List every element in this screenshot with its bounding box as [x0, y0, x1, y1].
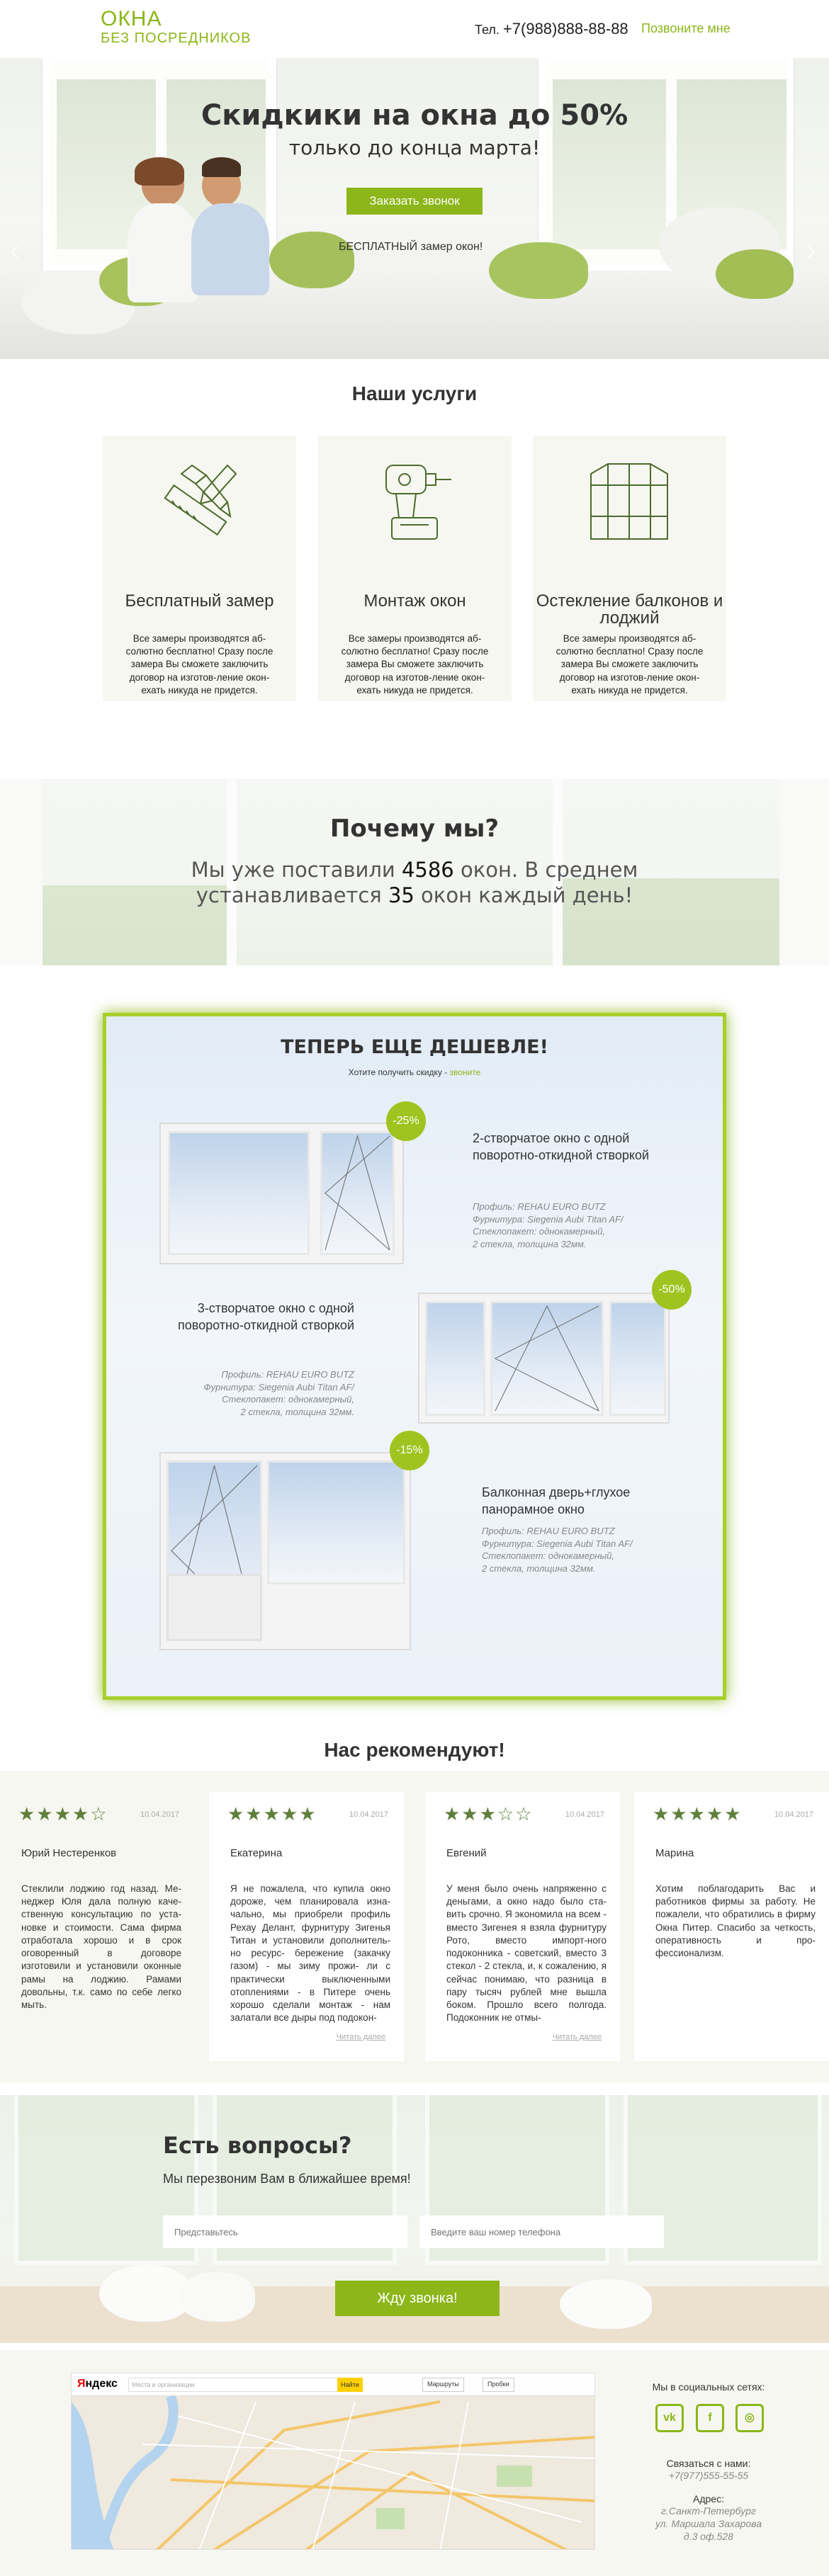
order-call-button[interactable]: Заказать звонок: [346, 188, 483, 215]
phone-label: Тел.: [475, 23, 500, 37]
review-date: 10.04.2017: [349, 1810, 388, 1819]
yandex-logo: Яндекс: [77, 2378, 118, 2390]
review-date: 10.04.2017: [774, 1810, 813, 1819]
read-more-link[interactable]: Читать далее: [553, 2033, 602, 2041]
name-input[interactable]: [163, 2215, 407, 2248]
hero-free-measure: БЕСПЛАТНЫЙ замер окон!: [339, 241, 483, 253]
review-author: Екатерина: [230, 1847, 283, 1859]
rating-stars: ★★★★★: [227, 1803, 317, 1825]
site-header: ОКНА БЕЗ ПОСРЕДНИКОВ Тел. +7(988)888-88-…: [0, 0, 829, 58]
social-label: Мы в социальных сетях:: [652, 2381, 765, 2393]
product-title: 3-створчатое окно с одной поворотно-отки…: [177, 1301, 354, 1333]
balcony-window-icon: [590, 463, 668, 540]
hero-title: Скидкики на окна до 50%: [201, 99, 628, 132]
why-title: Почему мы?: [329, 815, 500, 843]
product-title: 2-створчатое окно с одной поворотно-отки…: [473, 1131, 650, 1163]
product-window-2-leaf[interactable]: [159, 1123, 404, 1264]
ruler-pencil-icon: [164, 464, 237, 536]
review-author: Евгений: [446, 1847, 487, 1859]
service-title: Остекление балконов и лоджий: [536, 591, 723, 628]
review-text: У меня было очень напряженно с деньгами,…: [446, 1883, 607, 2024]
discount-badge: -25%: [386, 1101, 426, 1141]
address-label: Адрес:: [693, 2493, 724, 2504]
map-toolbar: Яндекс Места и организации Найти Маршрут…: [72, 2373, 594, 2396]
yandex-map[interactable]: Яндекс Места и организации Найти Маршрут…: [71, 2373, 595, 2550]
address-line2: ул. Маршала Захарова: [655, 2518, 762, 2530]
hero-next-arrow[interactable]: ›: [806, 235, 816, 267]
review-card: ★★★★☆ 10.04.2017 Юрий Нестеренков Стекли…: [0, 1792, 195, 2061]
phone-input[interactable]: [419, 2215, 664, 2248]
why-us-section: Почему мы? Мы уже поставили 4586 окон. В…: [0, 779, 829, 965]
review-text: Стеклили лоджию год назад. Ме-неджер Юля…: [21, 1883, 181, 2010]
windows-per-day: 35: [388, 883, 414, 908]
instagram-icon[interactable]: ◎: [735, 2404, 764, 2432]
hero-couple-image: [128, 157, 283, 306]
site-footer: Яндекс Места и организации Найти Маршрут…: [0, 2350, 829, 2576]
logo[interactable]: ОКНА БЕЗ ПОСРЕДНИКОВ: [101, 7, 252, 46]
map-routes-button[interactable]: Маршруты: [422, 2378, 464, 2392]
service-desc: Все замеры производятся аб-солютно беспл…: [556, 633, 704, 696]
hero-prev-arrow[interactable]: ‹: [10, 235, 19, 267]
promo-box: ТЕПЕРЬ ЕЩЕ ДЕШЕВЛЕ! Хотите получить скид…: [103, 1013, 726, 1700]
discount-badge: -15%: [390, 1431, 429, 1470]
service-card-measure[interactable]: Бесплатный замер Все замеры производятся…: [103, 436, 296, 701]
review-date: 10.04.2017: [140, 1810, 179, 1819]
questions-title: Есть вопросы?: [163, 2132, 352, 2159]
hero-banner: ‹ › Скидкики на окна до 50% только до ко…: [0, 58, 829, 359]
rating-stars: ★★★★☆: [18, 1803, 108, 1825]
rating-stars: ★★★☆☆: [444, 1803, 534, 1825]
review-text: Хотим поблагодарить Вас и работников фир…: [655, 1883, 816, 1959]
map-traffic-button[interactable]: Пробки: [483, 2378, 514, 2392]
product-spec: Профиль: REHAU EURO BUTZ Фурнитура: Sieg…: [473, 1201, 624, 1249]
drill-icon: [385, 465, 451, 540]
promo-title: ТЕПЕРЬ ЕЩЕ ДЕШЕВЛЕ!: [281, 1036, 548, 1058]
contact-phone[interactable]: +7(977)555-55-55: [638, 2469, 779, 2482]
review-author: Юрий Нестеренков: [21, 1847, 117, 1859]
discount-badge: -50%: [652, 1270, 692, 1310]
header-phone: Тел. +7(988)888-88-88: [475, 20, 628, 38]
service-desc: Все замеры производятся аб-солютно беспл…: [125, 633, 273, 696]
hero-subtitle: только до конца марта!: [288, 136, 541, 159]
product-window-3-leaf[interactable]: [418, 1293, 670, 1424]
address-line1: г.Санкт-Петербург: [661, 2505, 756, 2517]
map-search-input[interactable]: Места и организации: [128, 2378, 341, 2392]
review-card: ★★★★★ 10.04.2017 Екатерина Я не пожалела…: [209, 1792, 404, 2061]
product-title: Балконная дверь+глухое панорамное окно: [482, 1485, 631, 1517]
product-spec: Профиль: REHAU EURO BUTZ Фурнитура: Sieg…: [482, 1526, 633, 1574]
reviews-title: Нас рекомендуют!: [324, 1739, 505, 1761]
services-title: Наши услуги: [351, 382, 478, 404]
phone-number[interactable]: +7(988)888-88-88: [503, 20, 628, 38]
facebook-icon[interactable]: f: [696, 2404, 724, 2432]
map-canvas: [72, 2394, 594, 2549]
service-card-balcony[interactable]: Остекление балконов и лоджий Все замеры …: [533, 436, 726, 701]
questions-subtitle: Мы перезвоним Вам в ближайшее время!: [163, 2172, 411, 2186]
footer-contacts: Мы в социальных сетях:: [638, 2381, 779, 2393]
review-author: Марина: [655, 1847, 694, 1859]
review-card: ★★★★★ 10.04.2017 Марина Хотим поблагодар…: [634, 1792, 829, 2061]
windows-count: 4586: [401, 858, 454, 882]
contact-label: Связаться с нами:: [666, 2458, 751, 2469]
promo-subtitle: Хотите получить скидку - звоните: [348, 1067, 481, 1077]
wait-call-button[interactable]: Жду звонка!: [335, 2281, 500, 2316]
service-card-install[interactable]: Монтаж окон Все замеры производятся аб-с…: [318, 436, 512, 701]
read-more-link[interactable]: Читать далее: [337, 2033, 385, 2041]
vk-icon[interactable]: vk: [655, 2404, 684, 2432]
rating-stars: ★★★★★: [653, 1803, 743, 1825]
review-text: Я не пожалела, что купила окно дороже, ч…: [230, 1883, 390, 2024]
product-balcony-door[interactable]: [159, 1452, 411, 1650]
map-find-button[interactable]: Найти: [337, 2378, 363, 2392]
logo-line2: БЕЗ ПОСРЕДНИКОВ: [101, 30, 252, 46]
service-title: Бесплатный замер: [125, 591, 274, 611]
callme-link[interactable]: Позвоните мне: [641, 21, 731, 36]
promo-call-link[interactable]: звоните: [450, 1067, 481, 1077]
service-desc: Все замеры производятся аб-солютно беспл…: [341, 633, 489, 696]
why-text: Мы уже поставили 4586 окон. В среднем ус…: [191, 858, 638, 908]
review-card: ★★★☆☆ 10.04.2017 Евгений У меня было оче…: [425, 1792, 620, 2061]
review-date: 10.04.2017: [565, 1810, 604, 1819]
product-spec: Профиль: REHAU EURO BUTZ Фурнитура: Sieg…: [203, 1369, 354, 1417]
questions-section: Есть вопросы? Мы перезвоним Вам в ближай…: [0, 2095, 829, 2343]
address-line3: д.3 оф.528: [683, 2531, 734, 2543]
service-title: Монтаж окон: [363, 591, 466, 611]
logo-line1: ОКНА: [101, 7, 162, 30]
